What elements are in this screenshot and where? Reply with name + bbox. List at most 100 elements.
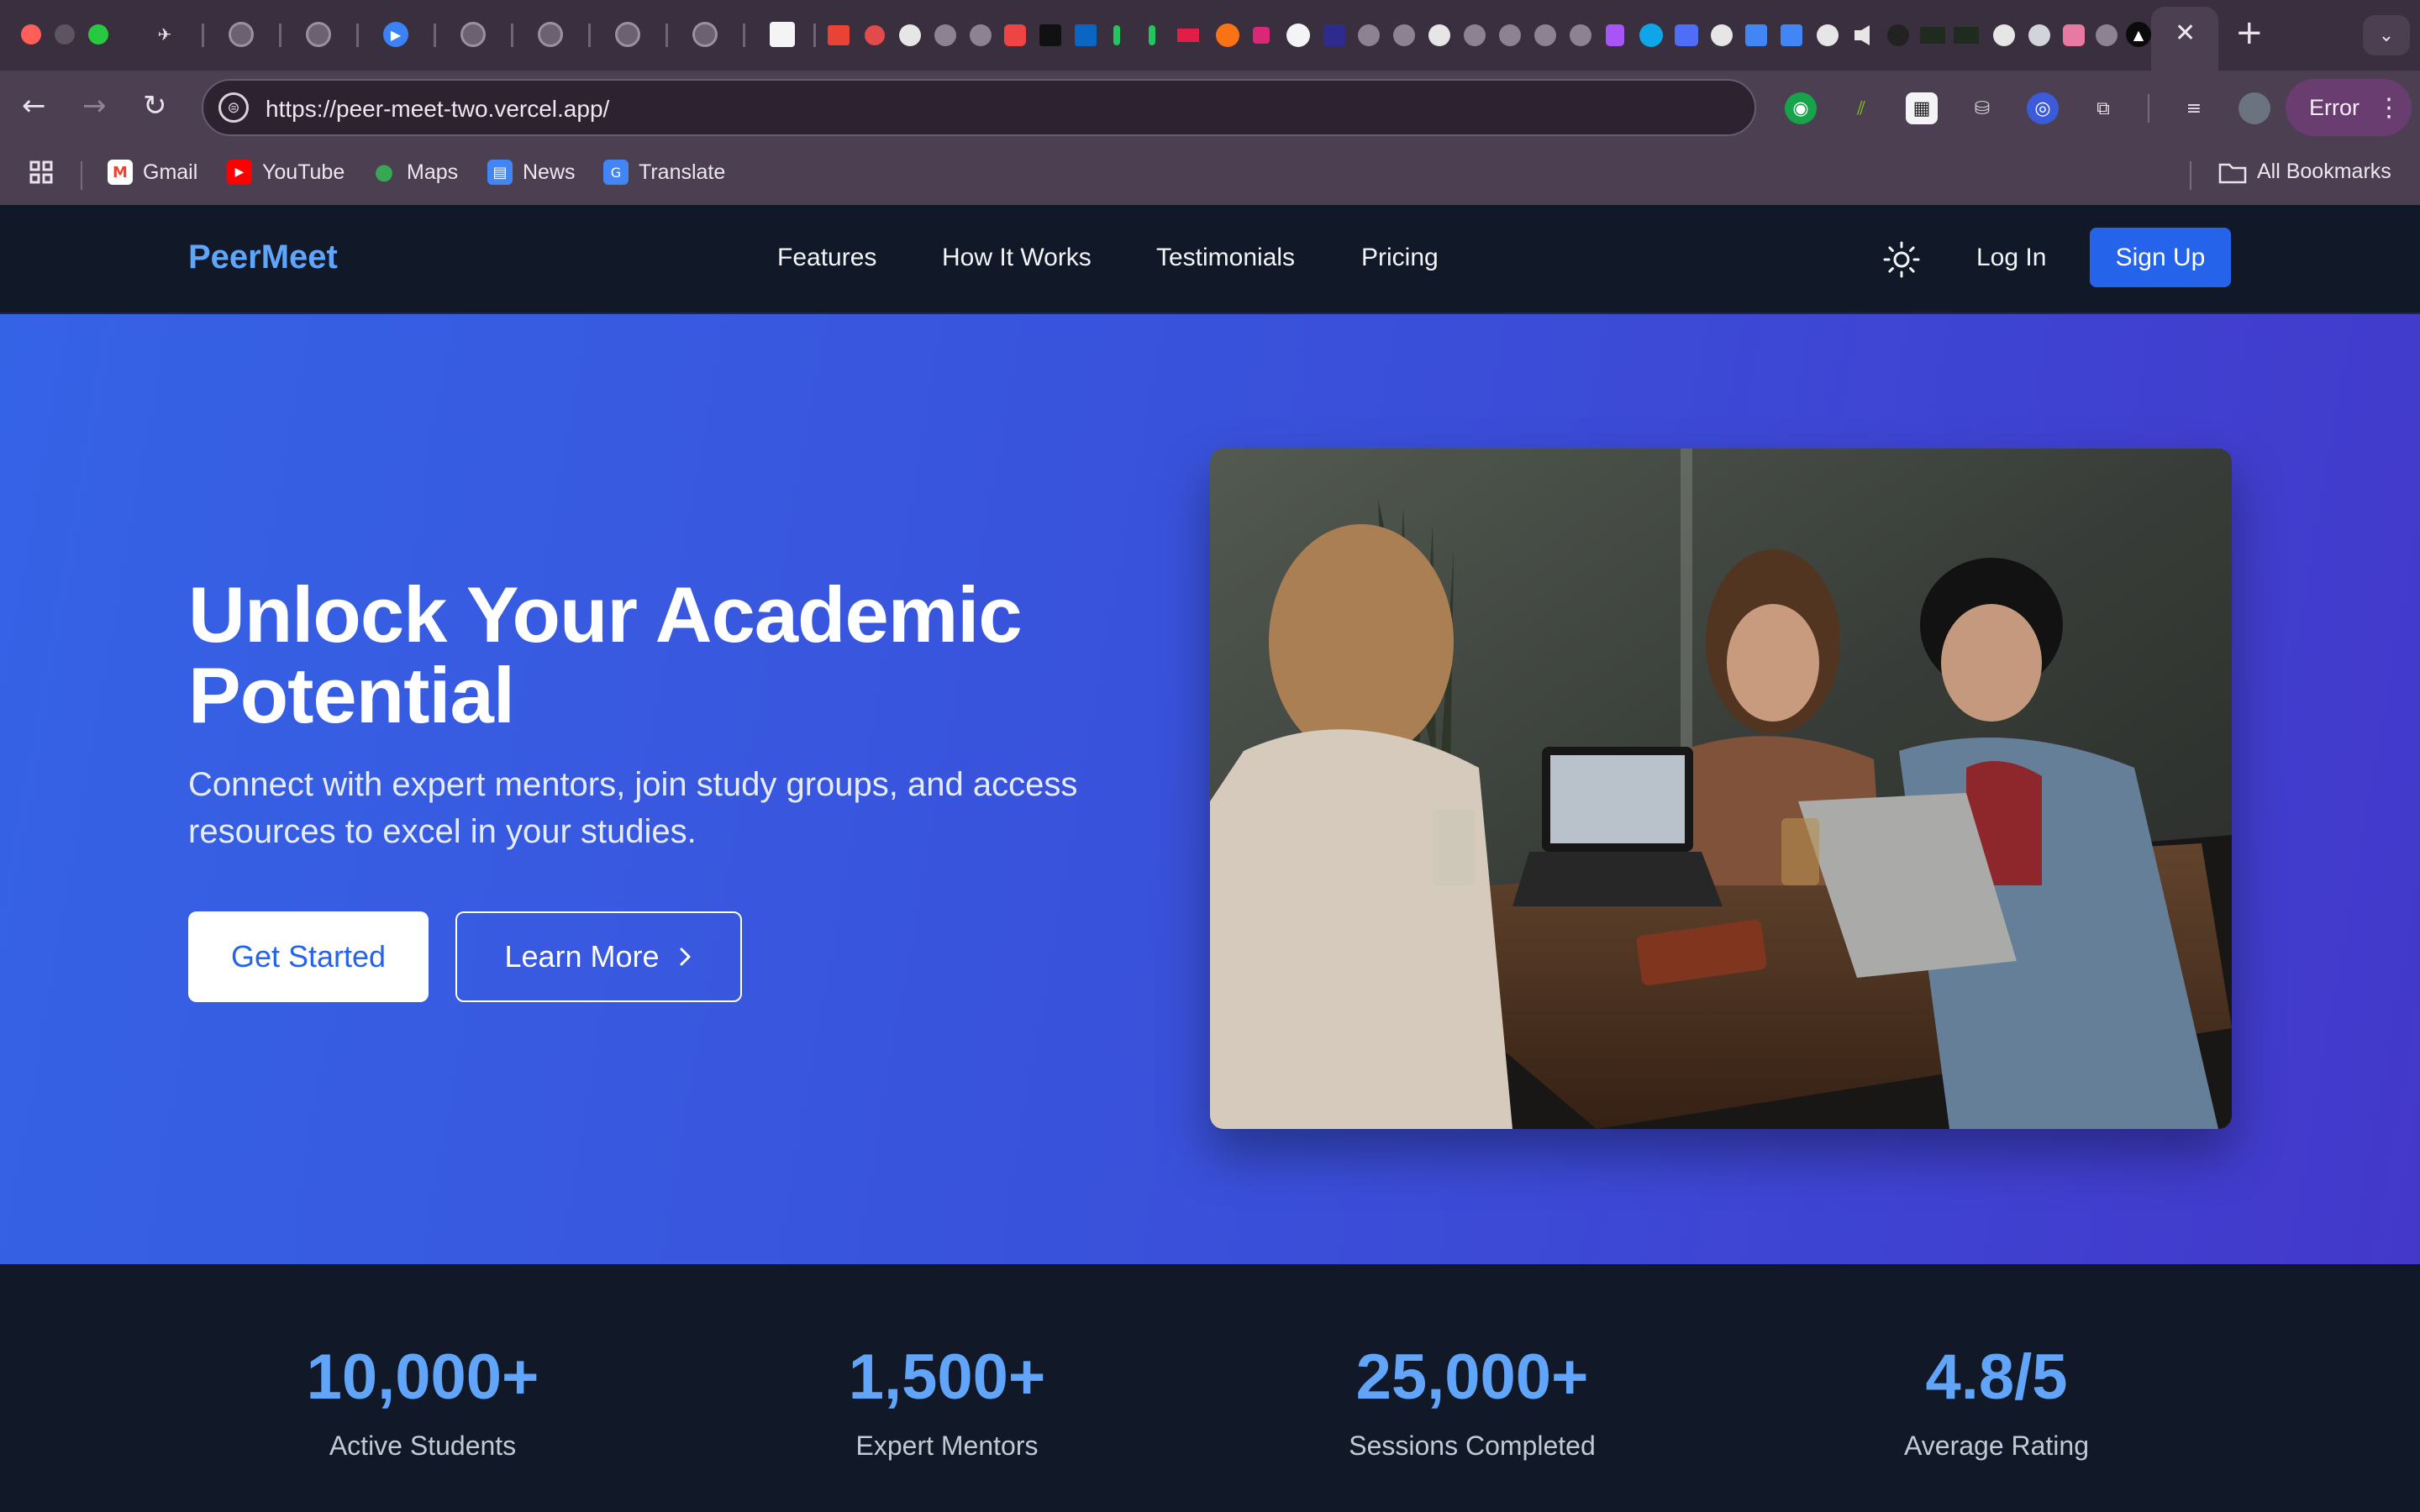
close-tab-icon[interactable]: ✕ — [2175, 18, 2196, 48]
globe-tab-icon[interactable] — [306, 22, 331, 47]
globe-tab-icon[interactable] — [615, 22, 640, 47]
bookmark-label: YouTube — [262, 160, 345, 184]
folder-icon — [2218, 163, 2247, 183]
nav-features[interactable]: Features — [777, 244, 876, 272]
new-tab-button[interactable]: + — [2235, 13, 2264, 52]
tab-divider — [434, 24, 436, 47]
globe-tab-icon[interactable] — [538, 22, 563, 47]
reload-button[interactable]: ↻ — [143, 89, 167, 123]
stat-card: 10,000+ Active Students — [187, 1340, 658, 1462]
tab-search-button[interactable]: ⌄ — [2363, 15, 2410, 55]
extension-qr-icon[interactable]: ▦ — [1906, 92, 1938, 124]
students-photo — [1210, 449, 2232, 1129]
extensions-puzzle-icon[interactable]: ⧉ — [2087, 92, 2119, 124]
stat-card: 25,000+ Sessions Completed — [1237, 1340, 1707, 1462]
bookmark-label: Gmail — [143, 160, 198, 184]
globe-tab-icon[interactable] — [692, 22, 718, 47]
kebab-menu-icon[interactable]: ⋮ — [2376, 93, 2402, 123]
translate-icon: G — [603, 160, 629, 185]
maps-icon: ● — [374, 160, 394, 185]
bookmark-divider — [81, 161, 82, 190]
stat-label: Active Students — [329, 1431, 517, 1461]
url-text[interactable]: https://peer-meet-two.vercel.app/ — [266, 96, 609, 123]
media-control-icon[interactable]: ≡ — [2178, 92, 2210, 124]
tab-favicons[interactable] — [828, 24, 2118, 47]
bookmark-youtube[interactable]: ▶ YouTube — [227, 160, 345, 185]
tab-divider — [666, 24, 668, 47]
all-bookmarks-label: All Bookmarks — [2257, 160, 2391, 183]
news-icon: ▤ — [487, 160, 513, 185]
tab-divider — [511, 24, 513, 47]
tab-strip: ✈ ▶ ▲ ✕ + ⌄ — [0, 0, 2420, 71]
nav-testimonials[interactable]: Testimonials — [1156, 244, 1295, 272]
toolbar-divider — [2148, 94, 2149, 123]
stat-label: Average Rating — [1904, 1431, 2089, 1461]
tab-divider — [202, 24, 204, 47]
gmail-icon: M — [108, 160, 133, 185]
get-started-button[interactable]: Get Started — [188, 911, 429, 1002]
stat-value: 1,500+ — [848, 1341, 1046, 1413]
avatar[interactable] — [2238, 92, 2270, 124]
extension-drive-icon[interactable]: ⛁ — [1966, 92, 1998, 124]
stats-section: 10,000+ Active Students 1,500+ Expert Me… — [0, 1264, 2420, 1512]
nav-pricing[interactable]: Pricing — [1361, 244, 1439, 272]
hero-image — [1210, 449, 2232, 1129]
tab-divider — [743, 24, 745, 47]
profile-error-label: Error — [2309, 94, 2360, 120]
address-bar[interactable]: ⊜ https://peer-meet-two.vercel.app/ — [202, 79, 1756, 136]
maximize-window-button[interactable] — [88, 24, 108, 45]
chevron-right-icon — [680, 948, 691, 966]
profile-error-button[interactable]: Error ⋮ — [2286, 79, 2412, 136]
tab-divider — [813, 24, 816, 47]
bookmark-news[interactable]: ▤ News — [487, 160, 576, 185]
bookmark-translate[interactable]: G Translate — [603, 160, 725, 185]
bookmark-maps[interactable]: ● Maps — [371, 160, 458, 185]
hero-section: Unlock Your Academic Potential Connect w… — [0, 314, 2420, 1264]
vercel-tab-icon[interactable]: ▲ — [2126, 22, 2151, 47]
bookmark-gmail[interactable]: M Gmail — [108, 160, 197, 185]
minimize-window-button[interactable] — [55, 24, 75, 45]
tab-divider — [588, 24, 591, 47]
logo[interactable]: PeerMeet — [188, 239, 338, 276]
bookmark-divider — [2190, 161, 2191, 190]
bookmarks-bar: M Gmail ▶ YouTube ● Maps ▤ News G Transl… — [0, 144, 2420, 205]
learn-more-label: Learn More — [504, 939, 660, 974]
bookmark-label: Translate — [639, 160, 726, 184]
extension-circle-icon[interactable]: ◎ — [2027, 92, 2059, 124]
pinned-tab-icons-row[interactable] — [828, 24, 2130, 49]
back-button[interactable]: ← — [22, 89, 46, 123]
nav-how-it-works[interactable]: How It Works — [942, 244, 1092, 272]
stat-card: 1,500+ Expert Mentors — [712, 1340, 1182, 1462]
stat-value: 10,000+ — [306, 1341, 539, 1413]
airplane-tab-icon[interactable]: ✈ — [152, 22, 177, 47]
tab-divider — [279, 24, 281, 47]
hero-subtitle: Connect with expert mentors, join study … — [188, 766, 1078, 850]
stat-label: Sessions Completed — [1349, 1431, 1596, 1461]
extension-robot-icon[interactable]: ◉ — [1785, 92, 1817, 124]
globe-tab-icon[interactable] — [229, 22, 254, 47]
site-header: PeerMeet Features How It Works Testimoni… — [0, 205, 2420, 314]
stat-value: 25,000+ — [1355, 1341, 1589, 1413]
apps-grid-icon[interactable] — [29, 160, 54, 185]
stat-card: 4.8/5 Average Rating — [1761, 1340, 2232, 1462]
bookmark-label: News — [523, 160, 576, 184]
close-window-button[interactable] — [21, 24, 41, 45]
sun-icon[interactable] — [1882, 240, 1921, 279]
bookmark-label: Maps — [407, 160, 459, 184]
grid-icon — [29, 160, 53, 184]
learn-more-button[interactable]: Learn More — [455, 911, 742, 1002]
browser-toolbar: ← → ↻ ⊜ https://peer-meet-two.vercel.app… — [0, 71, 2420, 144]
site-info-icon[interactable]: ⊜ — [218, 92, 249, 123]
hero-title: Unlock Your Academic Potential — [188, 570, 1023, 739]
play-tab-icon[interactable]: ▶ — [383, 22, 408, 47]
login-link[interactable]: Log In — [1976, 244, 2046, 272]
tab-divider — [356, 24, 359, 47]
stat-value: 4.8/5 — [1925, 1341, 2068, 1413]
signup-button[interactable]: Sign Up — [2090, 228, 2231, 287]
globe-tab-icon[interactable] — [460, 22, 486, 47]
doc-tab-icon[interactable] — [770, 22, 795, 47]
youtube-icon: ▶ — [227, 160, 252, 185]
extension-chart-icon[interactable]: ⫽ — [1845, 92, 1877, 124]
all-bookmarks-button[interactable]: All Bookmarks — [2218, 160, 2391, 184]
forward-button[interactable]: → — [82, 89, 107, 123]
